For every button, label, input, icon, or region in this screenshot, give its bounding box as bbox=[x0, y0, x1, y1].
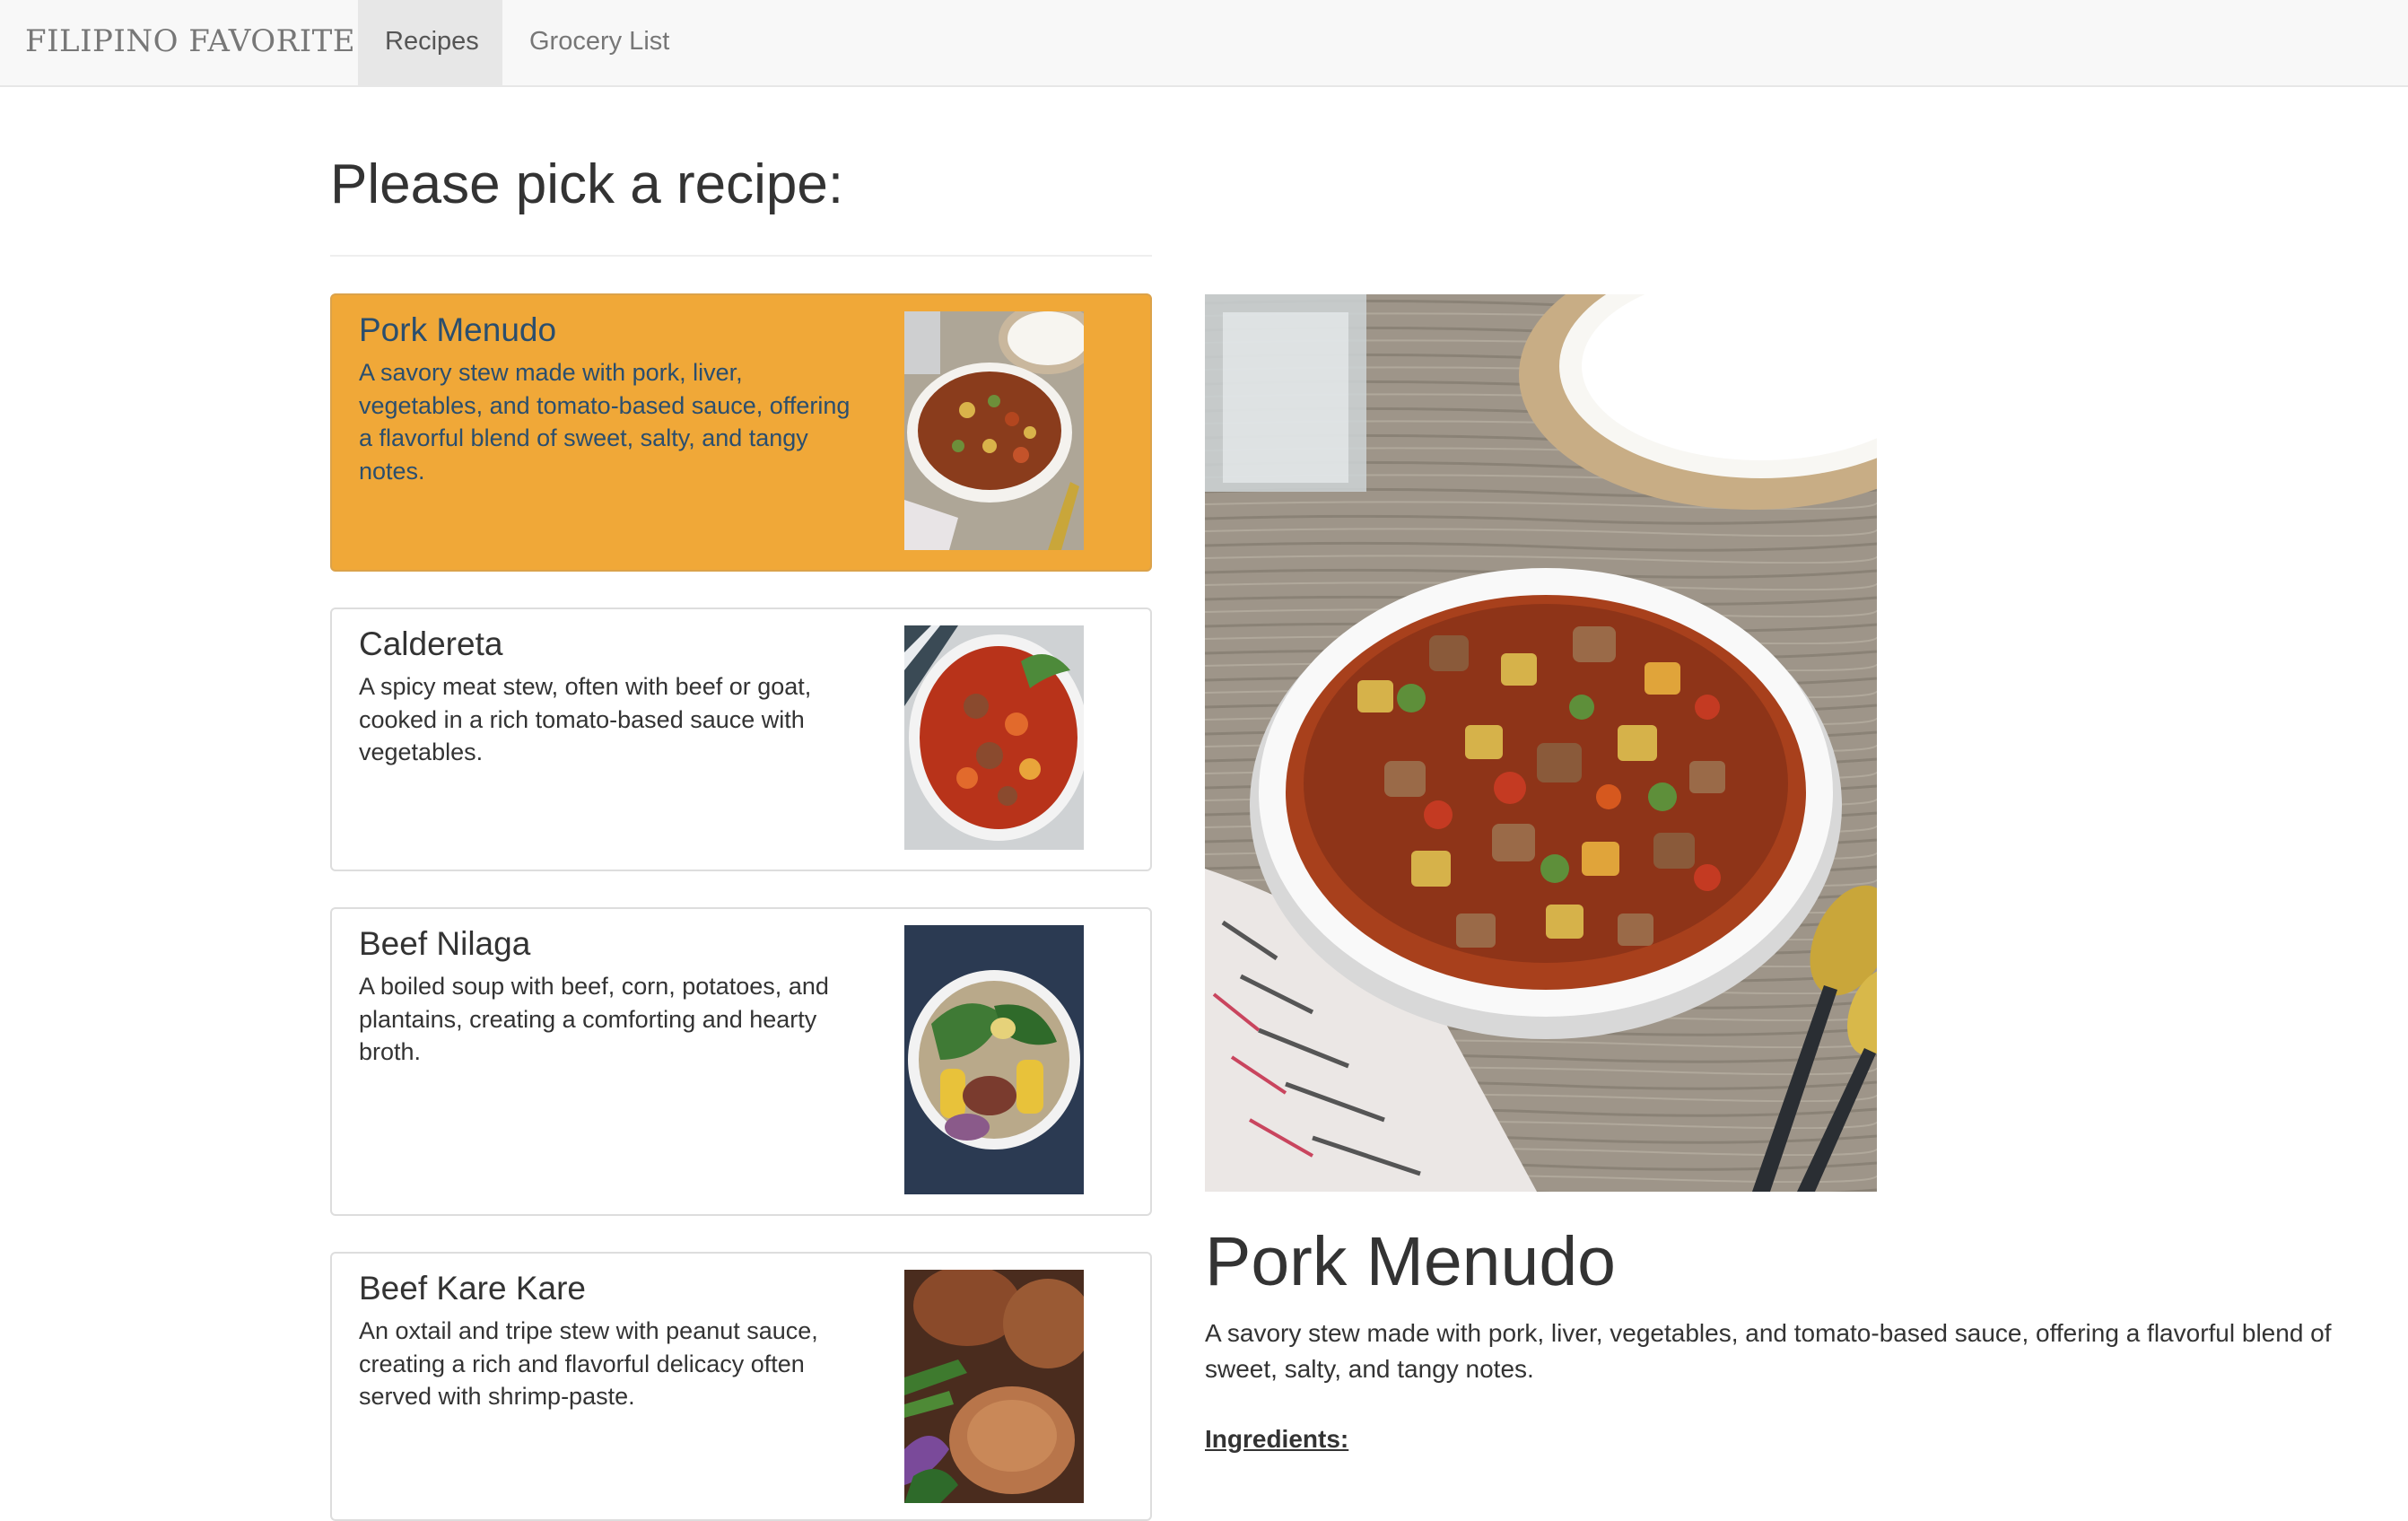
caldereta-thumbnail bbox=[904, 625, 1084, 850]
ingredients-heading: Ingredients: bbox=[1205, 1425, 1349, 1453]
recipe-description: An oxtail and tripe stew with peanut sau… bbox=[359, 1317, 818, 1410]
recipe-card-beef-kare-kare[interactable]: Beef Kare Kare An oxtail and tripe stew … bbox=[330, 1252, 1152, 1521]
recipe-name: Beef Nilaga bbox=[359, 925, 531, 962]
recipe-detail-description: A savory stew made with pork, liver, veg… bbox=[1205, 1319, 2332, 1383]
recipe-description: A savory stew made with pork, liver, veg… bbox=[359, 359, 851, 485]
page-title: Please pick a recipe: bbox=[330, 153, 844, 215]
recipe-card-caldereta[interactable]: Caldereta A spicy meat stew, often with … bbox=[330, 608, 1152, 871]
recipe-card-beef-nilaga[interactable]: Beef Nilaga A boiled soup with beef, cor… bbox=[330, 907, 1152, 1216]
top-navbar: FILIPINO FAVORITES Recipes Grocery List bbox=[0, 0, 2408, 87]
recipe-description: A boiled soup with beef, corn, potatoes,… bbox=[359, 973, 829, 1065]
tab-grocery-list[interactable]: Grocery List bbox=[502, 0, 696, 86]
beef-kare-kare-thumbnail bbox=[904, 1270, 1084, 1503]
recipe-name: Caldereta bbox=[359, 625, 503, 662]
divider bbox=[330, 255, 1152, 257]
recipe-description: A spicy meat stew, often with beef or go… bbox=[359, 673, 812, 765]
tab-recipes[interactable]: Recipes bbox=[358, 0, 502, 86]
pork-menudo-photo bbox=[1205, 294, 1877, 1192]
beef-nilaga-thumbnail bbox=[904, 925, 1084, 1194]
recipe-name: Beef Kare Kare bbox=[359, 1270, 586, 1307]
brand-logo[interactable]: FILIPINO FAVORITES bbox=[25, 0, 377, 86]
recipe-card-pork-menudo[interactable]: Pork Menudo A savory stew made with pork… bbox=[330, 293, 1152, 572]
recipe-detail-title: Pork Menudo bbox=[1205, 1223, 1616, 1300]
recipe-name: Pork Menudo bbox=[359, 311, 557, 348]
pork-menudo-thumbnail bbox=[904, 311, 1084, 550]
